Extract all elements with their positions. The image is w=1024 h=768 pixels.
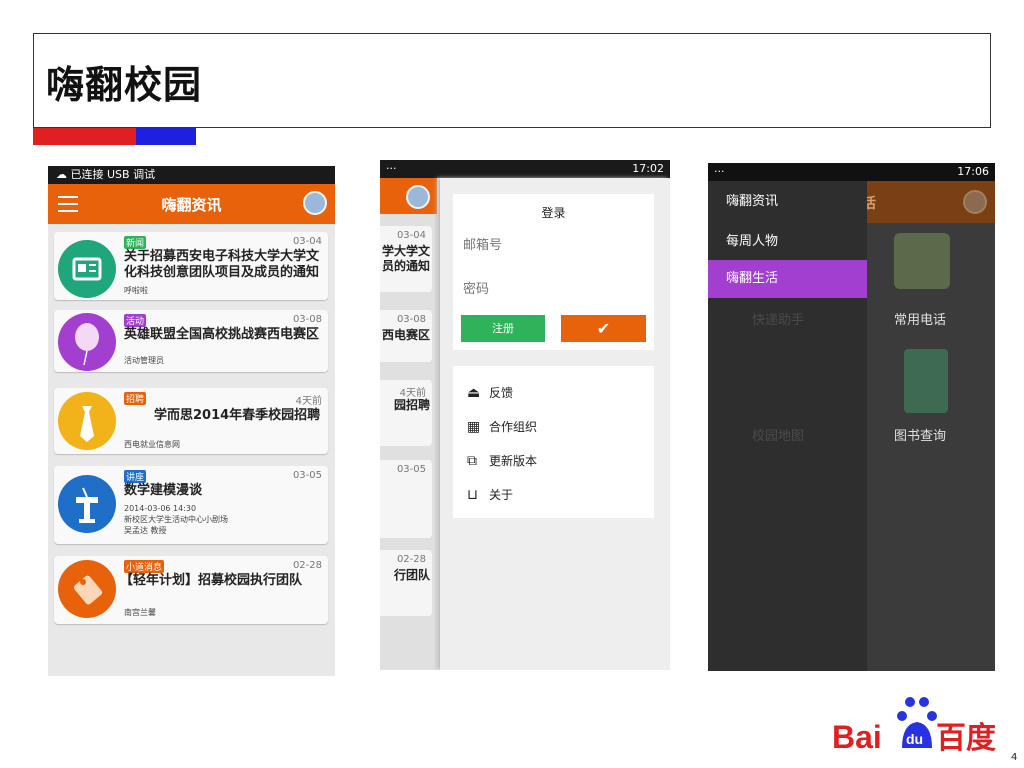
item-title: 行团队: [393, 568, 430, 582]
item-title: 数学建模漫谈: [124, 483, 203, 498]
drawer-menu: ⏏ 反馈 ▦ 合作组织 ⧉ 更新版本 ⊔ 关于: [453, 366, 654, 518]
avatar[interactable]: [406, 185, 430, 209]
status-time: 17:06: [957, 165, 989, 178]
item-title: 学大学文 员的通知: [381, 244, 430, 273]
list-item[interactable]: 招聘 4天前 学而思2014年春季校园招聘 西电就业信息网: [54, 388, 328, 454]
baidu-logo: Bai du 百度: [832, 694, 1012, 756]
avatar[interactable]: [303, 191, 327, 215]
page-number: 4: [1011, 752, 1018, 763]
update-icon: ⧉: [467, 453, 477, 469]
status-text: 已连接 USB 调试: [70, 168, 156, 181]
podium-icon: [58, 475, 116, 533]
tag-badge: 新闻: [124, 236, 147, 249]
nav-item-people[interactable]: 每周人物: [708, 223, 867, 261]
status-bar: ··· 17:02: [380, 160, 670, 178]
item-date: 03-04: [396, 230, 426, 241]
event-speaker: 吴孟达 教授: [124, 526, 167, 535]
item-author: 活动管理员: [124, 356, 164, 365]
balloon-icon: [58, 313, 116, 371]
menu-item-update[interactable]: ⧉ 更新版本: [467, 452, 537, 469]
confirm-button[interactable]: ✔: [561, 315, 646, 342]
phone-book-icon: [894, 233, 950, 289]
menu-item-feedback[interactable]: ⏏ 反馈: [467, 384, 513, 401]
item-title: 关于招募西安电子科技大学大学文化科技创意团队项目及成员的通知: [124, 249, 320, 280]
item-author: 西电就业信息网: [124, 440, 180, 449]
item-title: 【轻年计划】招募校园执行团队: [120, 573, 303, 588]
register-button[interactable]: 注册: [461, 315, 545, 342]
tag-icon: [58, 560, 116, 618]
list-item[interactable]: 4天前 园招聘: [380, 380, 432, 446]
logo-text: Bai: [832, 719, 882, 755]
item-date: 03-08: [396, 314, 426, 325]
tie-icon: [58, 392, 116, 450]
menu-label: 反馈: [489, 386, 514, 400]
item-date: 4天前: [295, 396, 322, 407]
menu-label: 更新版本: [489, 454, 538, 468]
login-title: 登录: [541, 206, 566, 220]
grid-label[interactable]: 校园地图: [752, 425, 804, 444]
login-panel: 登录 注册 ✔: [453, 194, 654, 350]
item-title: 园招聘: [393, 398, 430, 412]
status-bar: ☁ 已连接 USB 调试: [48, 166, 335, 184]
item-title: 西电赛区: [381, 328, 430, 342]
password-field[interactable]: [463, 276, 643, 300]
item-date: 03-05: [292, 470, 322, 481]
grid-icon: ▦: [467, 419, 481, 435]
item-date: 02-28: [292, 560, 322, 571]
list-item[interactable]: 03-04 学大学文 员的通知: [380, 226, 432, 292]
event-time: 2014-03-06 14:30: [124, 504, 197, 513]
tag-badge: 小道消息: [124, 560, 165, 573]
list-item[interactable]: 小道消息 02-28 【轻年计划】招募校园执行团队 南宫兰馨: [54, 556, 328, 624]
grid-label[interactable]: 常用电话: [894, 309, 946, 328]
event-location: 新校区大学生活动中心小剧场: [124, 515, 228, 524]
status-dots: ···: [386, 162, 397, 175]
tag-badge: 讲座: [124, 470, 147, 483]
phone-screen-life: ··· 17:06 嗨翻生活 常用电话 图书查询 快递助手 校园地图 嗨翻资讯 …: [708, 163, 995, 671]
status-dots: ···: [714, 165, 725, 178]
status-bar: ··· 17:06: [708, 163, 995, 181]
magnifier-icon: [904, 349, 948, 413]
item-title: 英雄联盟全国高校挑战赛西电赛区: [124, 327, 320, 342]
news-icon: [58, 240, 116, 298]
avatar[interactable]: [963, 190, 987, 214]
email-field[interactable]: [463, 232, 643, 256]
menu-label: 合作组织: [489, 420, 538, 434]
app-bar: 嗨翻资讯: [48, 184, 335, 224]
feedback-icon: ⏏: [467, 385, 481, 401]
menu-item-partners[interactable]: ▦ 合作组织: [467, 418, 537, 435]
grid-label[interactable]: 快递助手: [752, 309, 804, 328]
grid-label[interactable]: 图书查询: [894, 425, 946, 444]
item-author: 呼啦啦: [124, 286, 148, 295]
item-author: 南宫兰馨: [124, 608, 156, 617]
item-date: 03-04: [292, 236, 322, 247]
slide-title: 嗨翻校园: [46, 63, 203, 107]
list-item[interactable]: 03-08 西电赛区: [380, 310, 432, 362]
logo-cn: 百度: [936, 721, 996, 756]
accent-bar-blue: [136, 128, 196, 145]
logo-du: du: [906, 731, 923, 747]
tag-badge: 招聘: [124, 392, 147, 405]
menu-label: 关于: [489, 488, 514, 502]
list-item[interactable]: 02-28 行团队: [380, 550, 432, 616]
android-icon: ☁: [56, 168, 71, 181]
item-date: 4天前: [399, 388, 426, 399]
item-date: 02-28: [396, 554, 426, 565]
menu-item-about[interactable]: ⊔ 关于: [467, 486, 513, 503]
status-time: 17:02: [632, 162, 664, 175]
nav-item-news[interactable]: 嗨翻资讯: [708, 183, 867, 221]
phone-screen-news: ☁ 已连接 USB 调试 嗨翻资讯 新闻 03-04 关于招募西安电子科技大学大…: [48, 166, 335, 676]
book-icon: ⊔: [467, 487, 478, 503]
tag-badge: 活动: [124, 314, 147, 327]
list-item[interactable]: 讲座 03-05 数学建模漫谈 2014-03-06 14:30 新校区大学生活…: [54, 466, 328, 544]
list-item[interactable]: 新闻 03-04 关于招募西安电子科技大学大学文化科技创意团队项目及成员的通知 …: [54, 232, 328, 300]
item-title: 学而思2014年春季校园招聘: [154, 408, 321, 423]
item-date: 03-08: [292, 314, 322, 325]
accent-bar-red: [33, 128, 136, 145]
list-item[interactable]: 活动 03-08 英雄联盟全国高校挑战赛西电赛区 活动管理员: [54, 310, 328, 372]
list-item[interactable]: 03-05: [380, 460, 432, 538]
item-date: 03-05: [396, 464, 426, 475]
app-title: 嗨翻资讯: [161, 196, 222, 214]
nav-item-life[interactable]: 嗨翻生活: [708, 260, 867, 298]
